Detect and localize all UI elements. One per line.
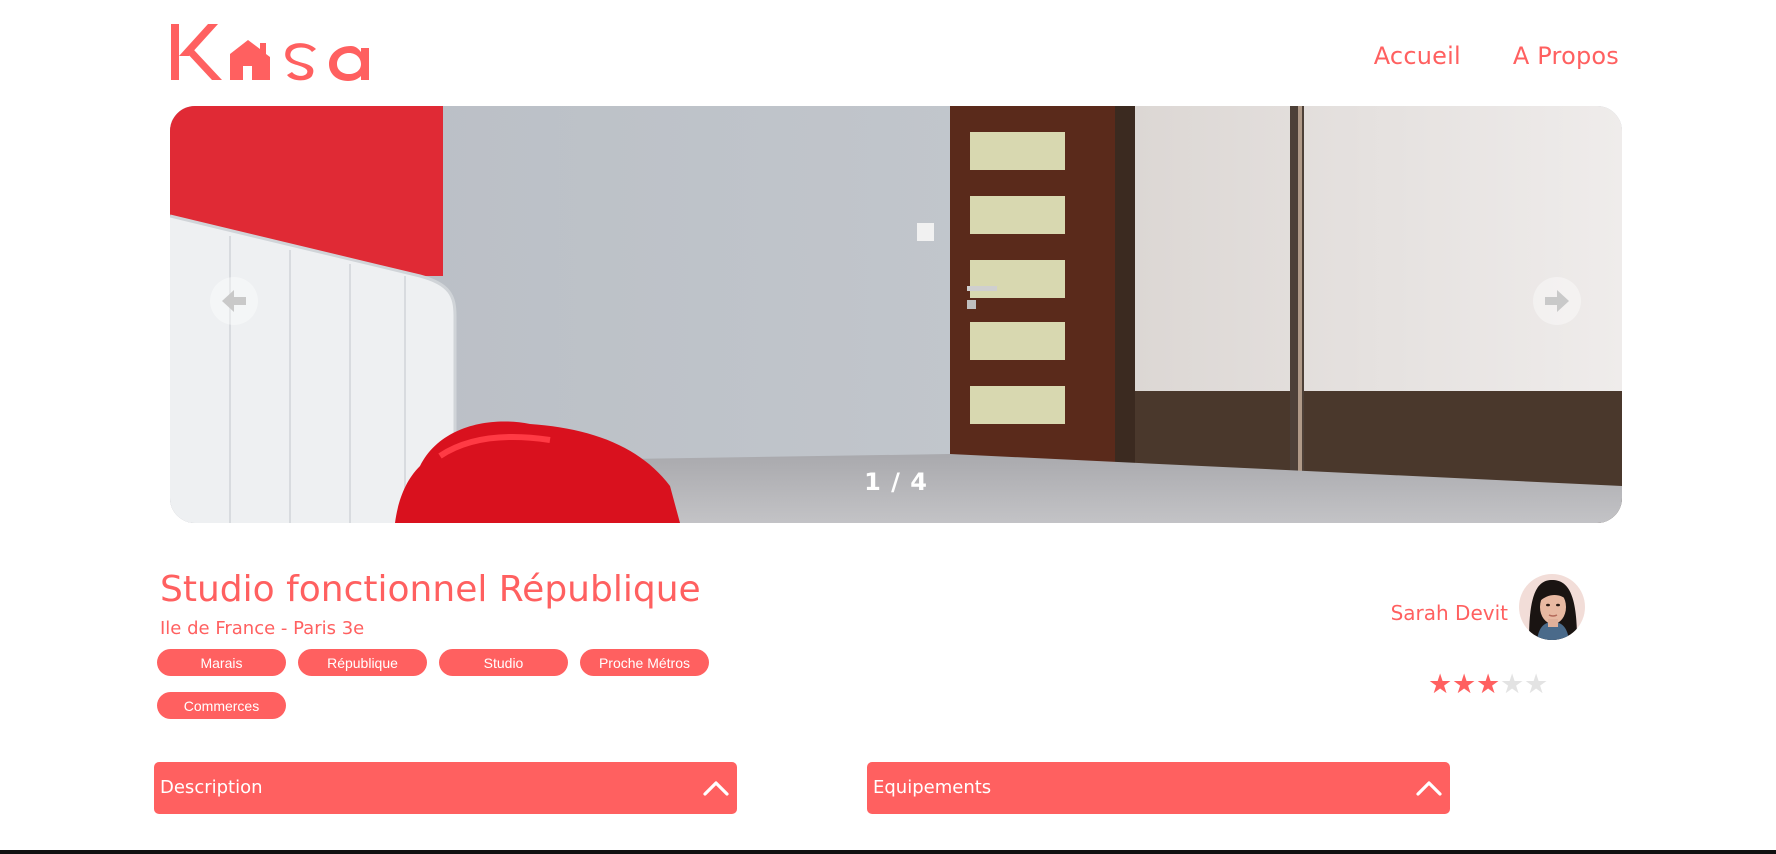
host-avatar (1519, 574, 1585, 640)
host-name: Sarah Devit (1390, 601, 1508, 625)
star-filled-icon: ★ (1452, 669, 1477, 700)
page-bottom-edge (0, 850, 1776, 854)
equipment-collapse-toggle[interactable]: Equipements (867, 762, 1450, 814)
tag-list: Marais République Studio Proche Métros C… (157, 649, 717, 719)
tag-item: Studio (439, 649, 568, 676)
listing-photo (170, 106, 1622, 523)
previous-photo-button[interactable] (210, 277, 258, 325)
star-filled-icon: ★ (1428, 669, 1453, 700)
tag-item: République (298, 649, 427, 676)
nav-home-link[interactable]: Accueil (1374, 41, 1461, 71)
nav-about-link[interactable]: A Propos (1513, 41, 1619, 71)
listing-location: Ile de France - Paris 3e (160, 618, 365, 639)
kasa-logo[interactable] (170, 22, 385, 88)
next-photo-button[interactable] (1533, 277, 1581, 325)
star-empty-icon: ★ (1524, 669, 1549, 700)
photo-slideshow: 1 / 4 (170, 106, 1622, 523)
tag-item: Commerces (157, 692, 286, 719)
photo-counter: 1 / 4 (864, 468, 928, 496)
host-rating: ★ ★ ★ ★ ★ (1428, 669, 1549, 700)
kasa-logo-icon (171, 24, 369, 81)
chevron-up-icon (703, 781, 729, 796)
star-filled-icon: ★ (1476, 669, 1501, 700)
star-empty-icon: ★ (1500, 669, 1525, 700)
tag-item: Marais (157, 649, 286, 676)
arrow-right-icon (1545, 290, 1569, 312)
chevron-up-icon (1416, 781, 1442, 796)
tag-item: Proche Métros (580, 649, 709, 676)
arrow-left-icon (222, 290, 246, 312)
listing-title: Studio fonctionnel République (160, 569, 701, 610)
description-collapse-toggle[interactable]: Description (154, 762, 737, 814)
equipment-title: Equipements (873, 777, 992, 798)
main-nav: Accueil A Propos (1374, 41, 1619, 71)
description-title: Description (160, 777, 263, 798)
